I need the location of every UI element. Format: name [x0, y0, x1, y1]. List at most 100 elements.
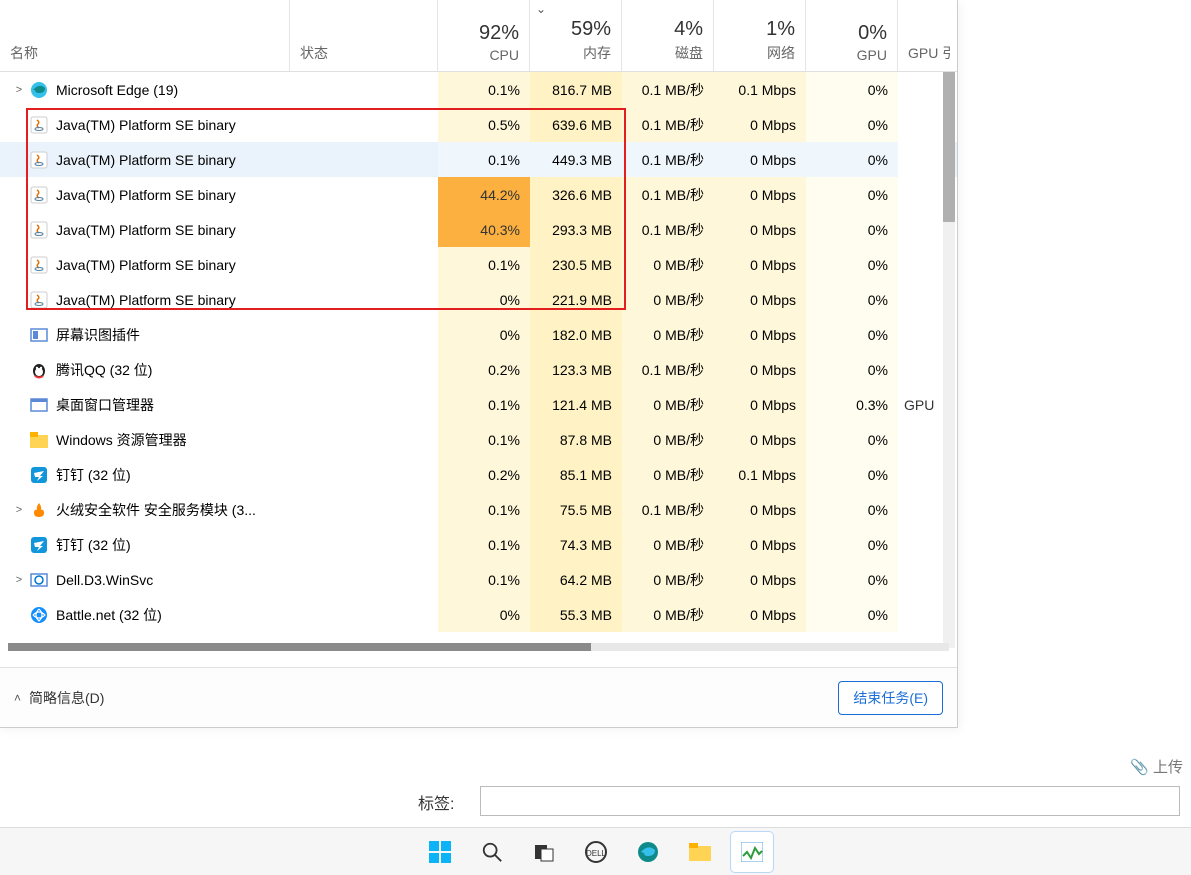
gpu-cell: 0% [806, 282, 898, 317]
table-row[interactable]: Java(TM) Platform SE binary0.5%639.6 MB0… [0, 107, 957, 142]
gpu-cell: 0.3% [806, 387, 898, 422]
process-state [290, 387, 438, 422]
java-icon [30, 221, 48, 239]
table-row[interactable]: Windows 资源管理器0.1%87.8 MB0 MB/秒0 Mbps0% [0, 422, 957, 457]
table-row[interactable]: Battle.net (32 位)0%55.3 MB0 MB/秒0 Mbps0% [0, 597, 957, 632]
dwm-icon [30, 396, 48, 414]
header-gpu-engine[interactable]: GPU 引 [898, 0, 950, 71]
memory-cell: 123.3 MB [530, 352, 622, 387]
table-row[interactable]: Java(TM) Platform SE binary44.2%326.6 MB… [0, 177, 957, 212]
java-icon [30, 256, 48, 274]
gpu-cell: 0% [806, 457, 898, 492]
table-row[interactable]: Java(TM) Platform SE binary40.3%293.3 MB… [0, 212, 957, 247]
disk-cell: 0 MB/秒 [622, 282, 714, 317]
table-row[interactable]: Java(TM) Platform SE binary0.1%230.5 MB0… [0, 247, 957, 282]
table-row[interactable]: Java(TM) Platform SE binary0%221.9 MB0 M… [0, 282, 957, 317]
table-row[interactable]: >Microsoft Edge (19)0.1%816.7 MB0.1 MB/秒… [0, 72, 957, 107]
taskbar-app-explorer[interactable] [679, 832, 721, 872]
disk-cell: 0 MB/秒 [622, 562, 714, 597]
header-disk[interactable]: 4% 磁盘 [622, 0, 714, 71]
process-state [290, 107, 438, 142]
dingtalk-icon [30, 536, 48, 554]
disk-cell: 0.1 MB/秒 [622, 212, 714, 247]
cpu-cell: 40.3% [438, 212, 530, 247]
cpu-cell: 0.5% [438, 107, 530, 142]
network-cell: 0 Mbps [714, 282, 806, 317]
process-state [290, 142, 438, 177]
taskbar-app-edge[interactable] [627, 832, 669, 872]
network-cell: 0 Mbps [714, 492, 806, 527]
network-cell: 0 Mbps [714, 562, 806, 597]
table-row[interactable]: >Dell.D3.WinSvc0.1%64.2 MB0 MB/秒0 Mbps0% [0, 562, 957, 597]
gpu-cell: 0% [806, 352, 898, 387]
disk-cell: 0 MB/秒 [622, 457, 714, 492]
process-state [290, 72, 438, 107]
cpu-cell: 0% [438, 317, 530, 352]
paperclip-icon: 📎 [1130, 759, 1149, 776]
table-row[interactable]: 钉钉 (32 位)0.2%85.1 MB0 MB/秒0.1 Mbps0% [0, 457, 957, 492]
disk-cell: 0 MB/秒 [622, 597, 714, 632]
start-button[interactable] [419, 832, 461, 872]
process-state [290, 317, 438, 352]
process-state [290, 492, 438, 527]
process-name: Microsoft Edge (19) [56, 82, 178, 98]
process-state [290, 457, 438, 492]
process-name: Java(TM) Platform SE binary [56, 292, 236, 308]
network-cell: 0 Mbps [714, 597, 806, 632]
header-memory[interactable]: ⌄ 59% 内存 [530, 0, 622, 71]
network-cell: 0 Mbps [714, 422, 806, 457]
process-name: 火绒安全软件 安全服务模块 (3... [56, 500, 256, 520]
process-name: Java(TM) Platform SE binary [56, 222, 236, 238]
horizontal-scrollbar[interactable] [8, 643, 949, 651]
cpu-cell: 0% [438, 597, 530, 632]
memory-cell: 182.0 MB [530, 317, 622, 352]
expand-toggle[interactable]: > [12, 504, 26, 516]
gpu-cell: 0% [806, 72, 898, 107]
gpu-cell: 0% [806, 247, 898, 282]
header-name[interactable]: 名称 [0, 0, 290, 71]
expand-toggle[interactable]: > [12, 84, 26, 96]
network-cell: 0.1 Mbps [714, 457, 806, 492]
scrollbar-thumb[interactable] [943, 72, 955, 222]
cpu-cell: 44.2% [438, 177, 530, 212]
table-row[interactable]: >火绒安全软件 安全服务模块 (3...0.1%75.5 MB0.1 MB/秒0… [0, 492, 957, 527]
table-row[interactable]: Java(TM) Platform SE binary0.1%449.3 MB0… [0, 142, 957, 177]
svg-text:DELL: DELL [585, 849, 606, 858]
cpu-cell: 0.1% [438, 562, 530, 597]
memory-cell: 221.9 MB [530, 282, 622, 317]
memory-cell: 639.6 MB [530, 107, 622, 142]
gpu-cell: 0% [806, 422, 898, 457]
process-state [290, 352, 438, 387]
table-row[interactable]: 腾讯QQ (32 位)0.2%123.3 MB0.1 MB/秒0 Mbps0% [0, 352, 957, 387]
network-cell: 0 Mbps [714, 247, 806, 282]
header-gpu[interactable]: 0% GPU [806, 0, 898, 71]
taskbar-app-task-manager[interactable] [731, 832, 773, 872]
memory-cell: 55.3 MB [530, 597, 622, 632]
cpu-cell: 0.1% [438, 142, 530, 177]
table-row[interactable]: 屏幕识图插件0%182.0 MB0 MB/秒0 Mbps0% [0, 317, 957, 352]
java-icon [30, 186, 48, 204]
memory-cell: 75.5 MB [530, 492, 622, 527]
header-state[interactable]: 状态 [290, 0, 438, 71]
disk-cell: 0 MB/秒 [622, 387, 714, 422]
search-button[interactable] [471, 832, 513, 872]
taskbar-app-dell[interactable]: DELL [575, 832, 617, 872]
table-row[interactable]: 桌面窗口管理器0.1%121.4 MB0 MB/秒0 Mbps0.3%GPU [0, 387, 957, 422]
disk-cell: 0 MB/秒 [622, 247, 714, 282]
table-row[interactable]: 钉钉 (32 位)0.1%74.3 MB0 MB/秒0 Mbps0% [0, 527, 957, 562]
task-view-button[interactable] [523, 832, 565, 872]
tag-input[interactable] [480, 786, 1180, 816]
network-cell: 0 Mbps [714, 527, 806, 562]
vertical-scrollbar[interactable] [943, 72, 955, 648]
edge-icon [30, 81, 48, 99]
header-network[interactable]: 1% 网络 [714, 0, 806, 71]
explorer-icon [30, 431, 48, 449]
network-cell: 0 Mbps [714, 177, 806, 212]
network-cell: 0 Mbps [714, 107, 806, 142]
scrollbar-thumb[interactable] [8, 643, 591, 651]
end-task-button[interactable]: 结束任务(E) [838, 681, 943, 715]
header-cpu[interactable]: 92% CPU [438, 0, 530, 71]
brief-info-toggle[interactable]: ˄ 简略信息(D) [14, 688, 104, 708]
dell-icon [30, 571, 48, 589]
expand-toggle[interactable]: > [12, 574, 26, 586]
